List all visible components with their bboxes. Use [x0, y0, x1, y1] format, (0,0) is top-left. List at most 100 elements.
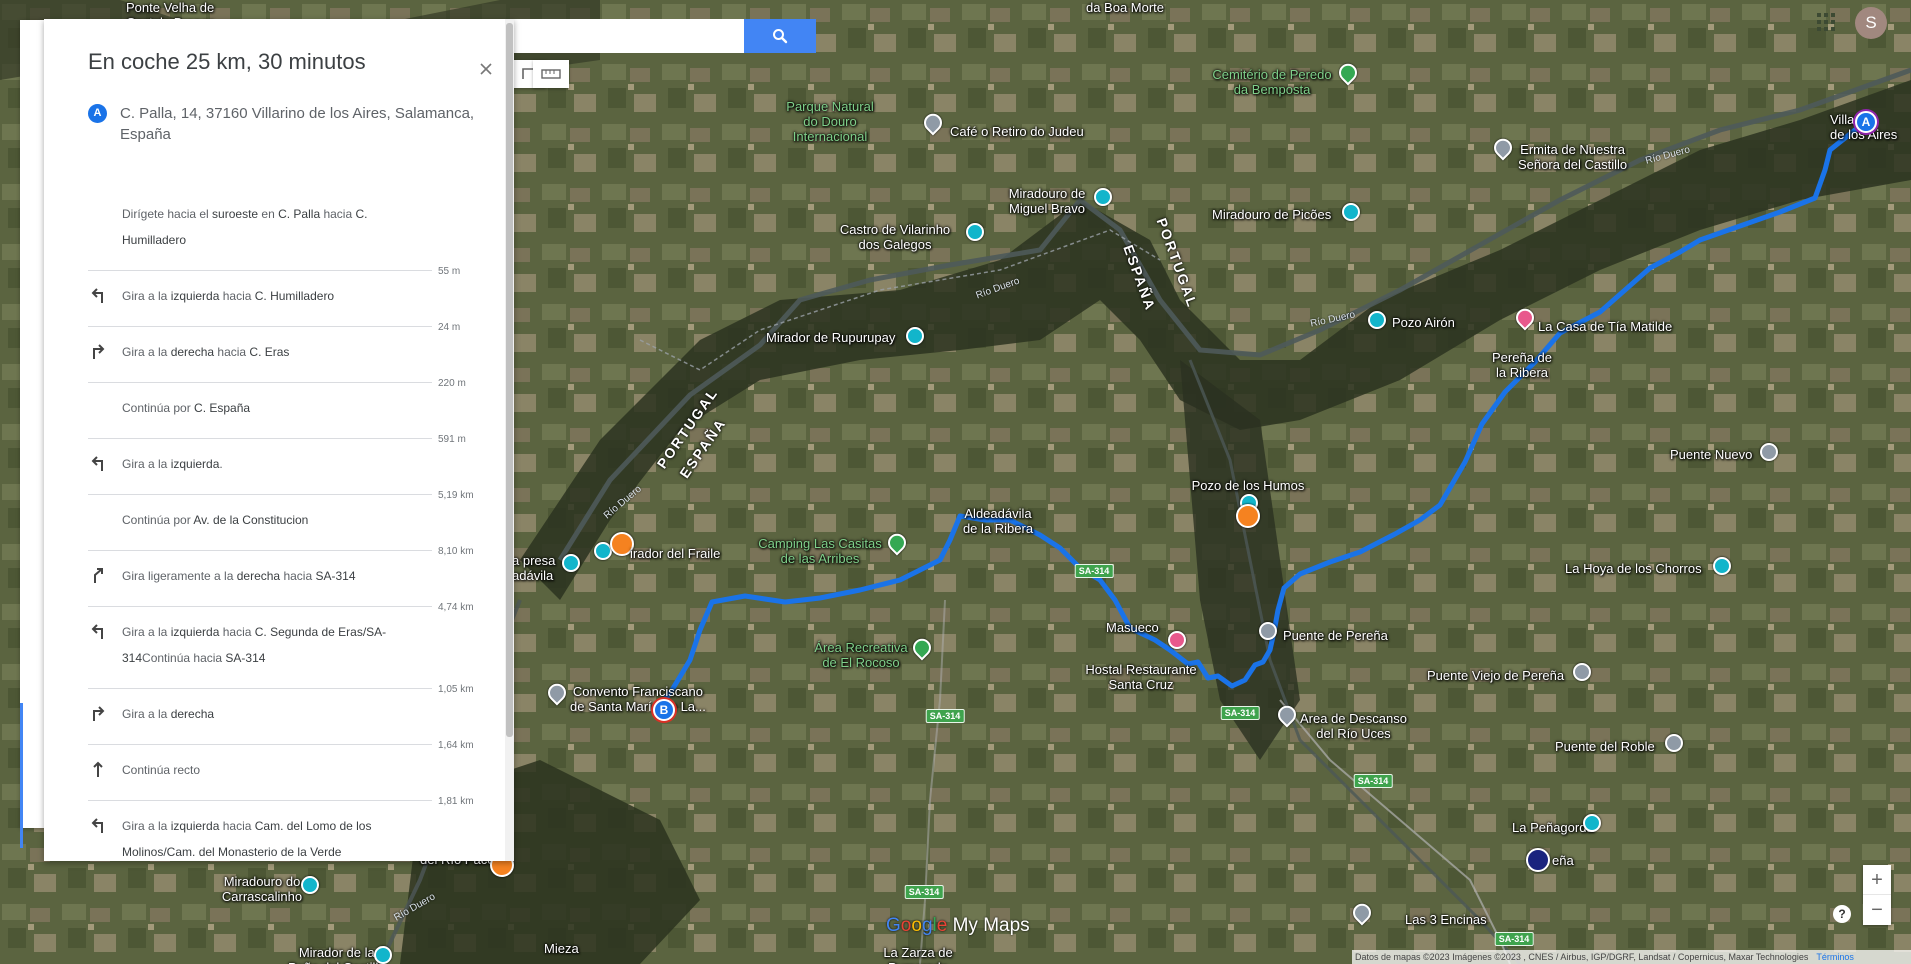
place-label[interactable]: Puente de Pereña	[1283, 628, 1388, 643]
account-avatar[interactable]: S	[1855, 7, 1887, 39]
direction-step[interactable]: Gira a la izquierda hacia C. Humilladero…	[88, 271, 508, 333]
direction-step[interactable]: Continúa por Av. de la Constitucion 8,10 …	[88, 495, 508, 557]
viewpoint-icon[interactable]	[301, 876, 319, 894]
direction-step-text: Gira a la izquierda.	[122, 457, 223, 471]
place-label[interactable]: Hostal Restaurante Santa Cruz	[1085, 662, 1196, 692]
place-label[interactable]: Las 3 Encinas	[1405, 912, 1487, 927]
bridge-icon[interactable]	[1573, 663, 1591, 681]
viewpoint-icon[interactable]	[1094, 188, 1112, 206]
direction-step[interactable]: Dirígete hacia el suroeste en C. Palla h…	[88, 189, 508, 277]
direction-step[interactable]: Continúa por C. España 591 m	[88, 383, 508, 445]
binoculars-icon[interactable]	[1236, 504, 1260, 528]
viewpoint-icon[interactable]	[1713, 557, 1731, 575]
place-label[interactable]: Miradouro do Carrascalinho	[222, 874, 302, 904]
place-label[interactable]: Miradouro de Miguel Bravo	[1009, 186, 1086, 216]
direction-step[interactable]: Gira a la derecha 1,64 km	[88, 689, 508, 751]
turn-right-icon	[93, 706, 105, 721]
directions-title: En coche 25 km, 30 minutos	[88, 49, 366, 74]
place-label[interactable]: Masueco	[1106, 620, 1159, 635]
picnic-icon[interactable]	[1526, 848, 1550, 872]
place-label[interactable]: La Peñagorda	[1512, 820, 1594, 835]
place-label[interactable]: Café o Retiro do Judeu	[950, 124, 1084, 139]
viewpoint-icon[interactable]	[1368, 311, 1386, 329]
place-label[interactable]: Área Recreativa de El Rocoso	[814, 640, 907, 670]
viewpoint-icon[interactable]	[906, 327, 924, 345]
place-label[interactable]: Pereña de la Ribera	[1492, 350, 1552, 380]
place-label[interactable]: Mieza	[544, 941, 579, 956]
place-label[interactable]: Aldeadávila de la Ribera	[963, 506, 1033, 536]
direction-step-text: Gira ligeramente a la derecha hacia SA-3…	[122, 569, 356, 583]
place-label[interactable]: Miradouro de Picões	[1212, 207, 1331, 222]
place-label[interactable]: Convento Franciscano de Santa María de L…	[570, 684, 706, 714]
direction-step[interactable]: Gira a la izquierda. 5,19 km	[88, 439, 508, 501]
place-label[interactable]: Cemitério de Peredo da Bemposta	[1212, 67, 1331, 97]
turn-left-icon	[91, 818, 103, 833]
viewpoint-icon[interactable]	[1342, 203, 1360, 221]
place-label[interactable]: La Zarza de Pumareda	[883, 945, 952, 964]
place-label[interactable]: Pozo Airón	[1392, 315, 1455, 330]
search-input[interactable]	[512, 19, 744, 53]
place-label[interactable]: Mirador de la Peña del Castillo	[288, 945, 386, 964]
zoom-in-button[interactable]: +	[1863, 865, 1891, 895]
road-badge: SA-314	[1353, 774, 1393, 788]
zoom-controls: + −	[1863, 865, 1891, 925]
measure-distance-button[interactable]	[533, 60, 569, 88]
direction-step-text: Continúa por C. España	[122, 401, 251, 415]
place-label[interactable]: Puente Viejo de Pereña	[1427, 668, 1564, 683]
direction-step[interactable]: Gira a la izquierda hacia C. Segunda de …	[88, 607, 508, 695]
road-badge: SA-314	[1494, 932, 1534, 946]
direction-step-text: Gira a la derecha hacia C. Eras	[122, 345, 290, 359]
place-label[interactable]: La Casa de Tía Matilde	[1538, 319, 1672, 334]
place-label[interactable]: Area de Descanso del Río Uces	[1300, 711, 1407, 741]
place-label[interactable]: Ermita de Nuestra Señora del Castillo	[1518, 142, 1627, 172]
place-label: Parque Natural do Douro Internacional	[786, 99, 874, 144]
viewpoint-icon[interactable]	[374, 946, 392, 964]
direction-step[interactable]: Gira ligeramente a la derecha hacia SA-3…	[88, 551, 508, 613]
turn-left-icon	[91, 288, 103, 303]
turn-left-icon	[91, 624, 103, 639]
place-label[interactable]: Puente del Roble	[1555, 739, 1655, 754]
apps-grid-icon[interactable]	[1816, 12, 1836, 32]
direction-step[interactable]: Gira a la derecha hacia C. Eras 220 m	[88, 327, 508, 389]
direction-step-text: Gira a la derecha	[122, 707, 215, 721]
direction-step-text: Dirígete hacia el suroeste en C. Palla h…	[122, 207, 368, 247]
terms-link[interactable]: Términos	[1816, 952, 1854, 962]
viewpoint-icon[interactable]	[966, 223, 984, 241]
scrollbar[interactable]	[505, 19, 514, 861]
place-label[interactable]: Mirador de Rupurupay	[766, 330, 895, 345]
road-badge: SA-314	[1074, 564, 1114, 578]
direction-step-text: Continúa por Av. de la Constitucion	[122, 513, 309, 527]
bridge-icon[interactable]	[1760, 443, 1778, 461]
help-button[interactable]: ?	[1833, 905, 1851, 923]
viewpoint-icon[interactable]	[1583, 814, 1601, 832]
search-button[interactable]	[744, 19, 816, 53]
direction-step[interactable]: Gira a la izquierda hacia Cam. del Lomo …	[88, 801, 508, 861]
layers-panel	[20, 20, 46, 848]
viewpoint-icon[interactable]	[562, 554, 580, 572]
slight-right-icon	[94, 568, 103, 583]
place-label[interactable]: Pozo de los Humos	[1192, 478, 1305, 493]
place-label[interactable]: Castro de Vilarinho dos Galegos	[840, 222, 950, 252]
directions-panel: En coche 25 km, 30 minutos A C. Palla, 1…	[44, 19, 514, 861]
origin-address-text: C. Palla, 14, 37160 Villarino de los Air…	[120, 105, 475, 143]
lodging-icon[interactable]	[1168, 631, 1186, 649]
direction-step[interactable]: Continúa recto 1,81 km	[88, 745, 508, 807]
route-start-marker[interactable]: A	[1855, 111, 1877, 133]
google-my-maps-logo: Google My Maps	[886, 915, 1030, 936]
turn-left-icon	[91, 456, 103, 471]
road-badge: SA-314	[925, 709, 965, 723]
close-button[interactable]	[476, 59, 496, 79]
place-label[interactable]: Puente Nuevo	[1670, 447, 1752, 462]
place-label[interactable]: Camping Las Casitas de las Arribes	[758, 536, 882, 566]
place-label: da Boa Morte	[1085, 0, 1165, 15]
place-label[interactable]: irador del Fraile	[630, 546, 720, 561]
bridge-icon[interactable]	[1665, 734, 1683, 752]
place-label[interactable]: a presa adávila	[512, 553, 555, 583]
zoom-out-button[interactable]: −	[1863, 895, 1891, 925]
bridge-icon[interactable]	[1259, 622, 1277, 640]
scrollbar-thumb[interactable]	[506, 23, 513, 737]
place-label[interactable]: eña	[1552, 853, 1574, 868]
place-label[interactable]: La Hoya de los Chorros	[1565, 561, 1702, 576]
route-end-marker[interactable]: B	[653, 699, 675, 721]
search-icon	[773, 29, 788, 44]
